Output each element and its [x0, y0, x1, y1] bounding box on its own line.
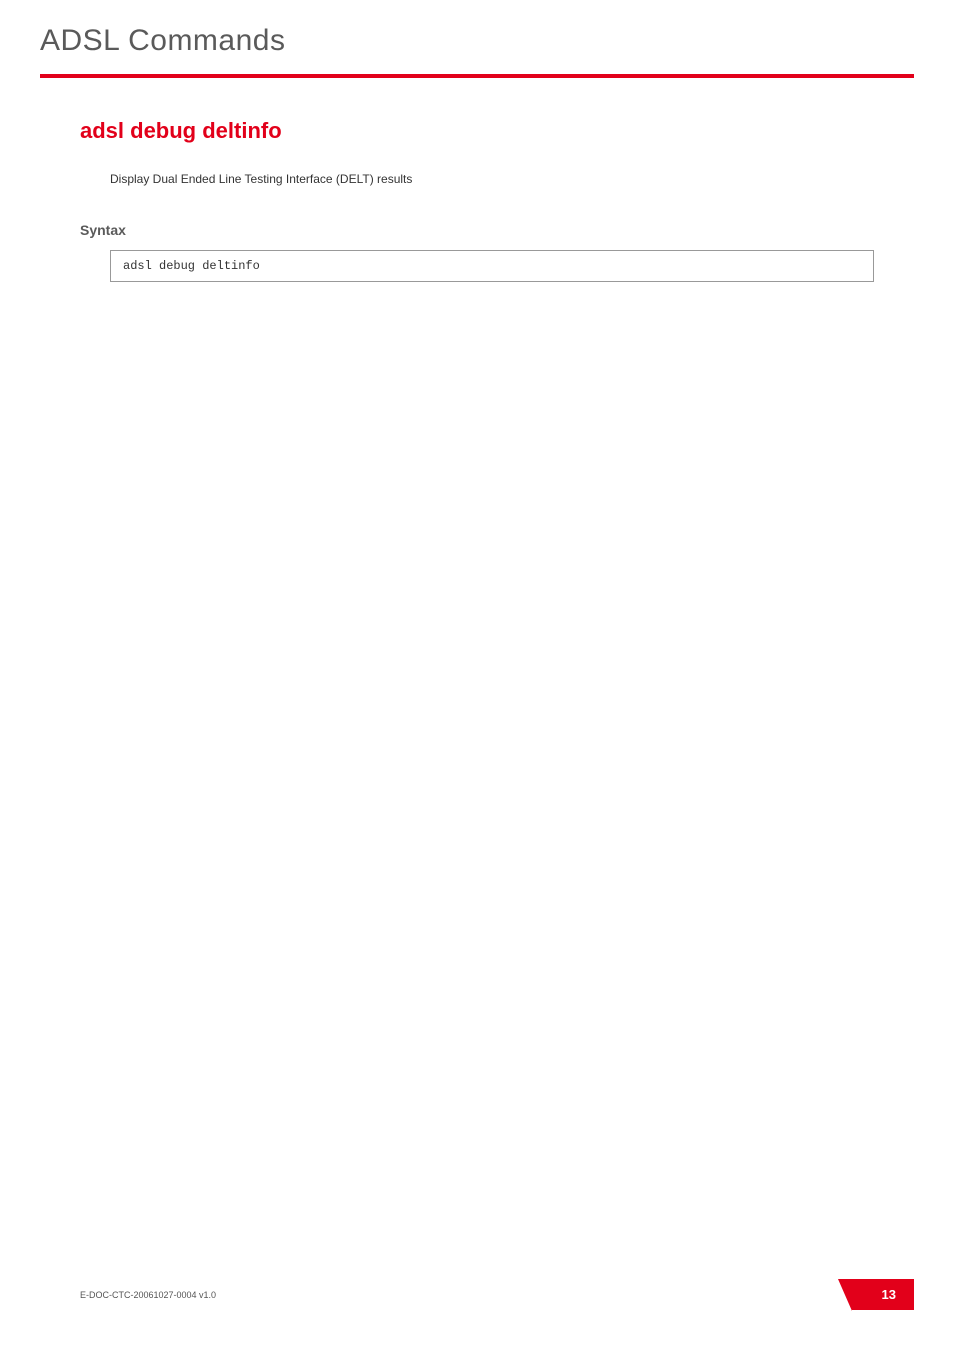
- doc-id: E-DOC-CTC-20061027-0004 v1.0: [80, 1290, 216, 1300]
- page-number-badge: 13: [852, 1279, 914, 1310]
- page-title: ADSL Commands: [40, 24, 914, 74]
- syntax-heading: Syntax: [80, 222, 874, 238]
- command-description: Display Dual Ended Line Testing Interfac…: [110, 172, 874, 186]
- content-area: adsl debug deltinfo Display Dual Ended L…: [0, 78, 954, 282]
- code-line: adsl debug deltinfo: [123, 259, 260, 273]
- page-header: ADSL Commands: [0, 0, 954, 74]
- page-footer: E-DOC-CTC-20061027-0004 v1.0 13: [80, 1279, 914, 1310]
- page-number: 13: [882, 1287, 896, 1302]
- command-title: adsl debug deltinfo: [80, 118, 874, 144]
- code-box: adsl debug deltinfo: [110, 250, 874, 282]
